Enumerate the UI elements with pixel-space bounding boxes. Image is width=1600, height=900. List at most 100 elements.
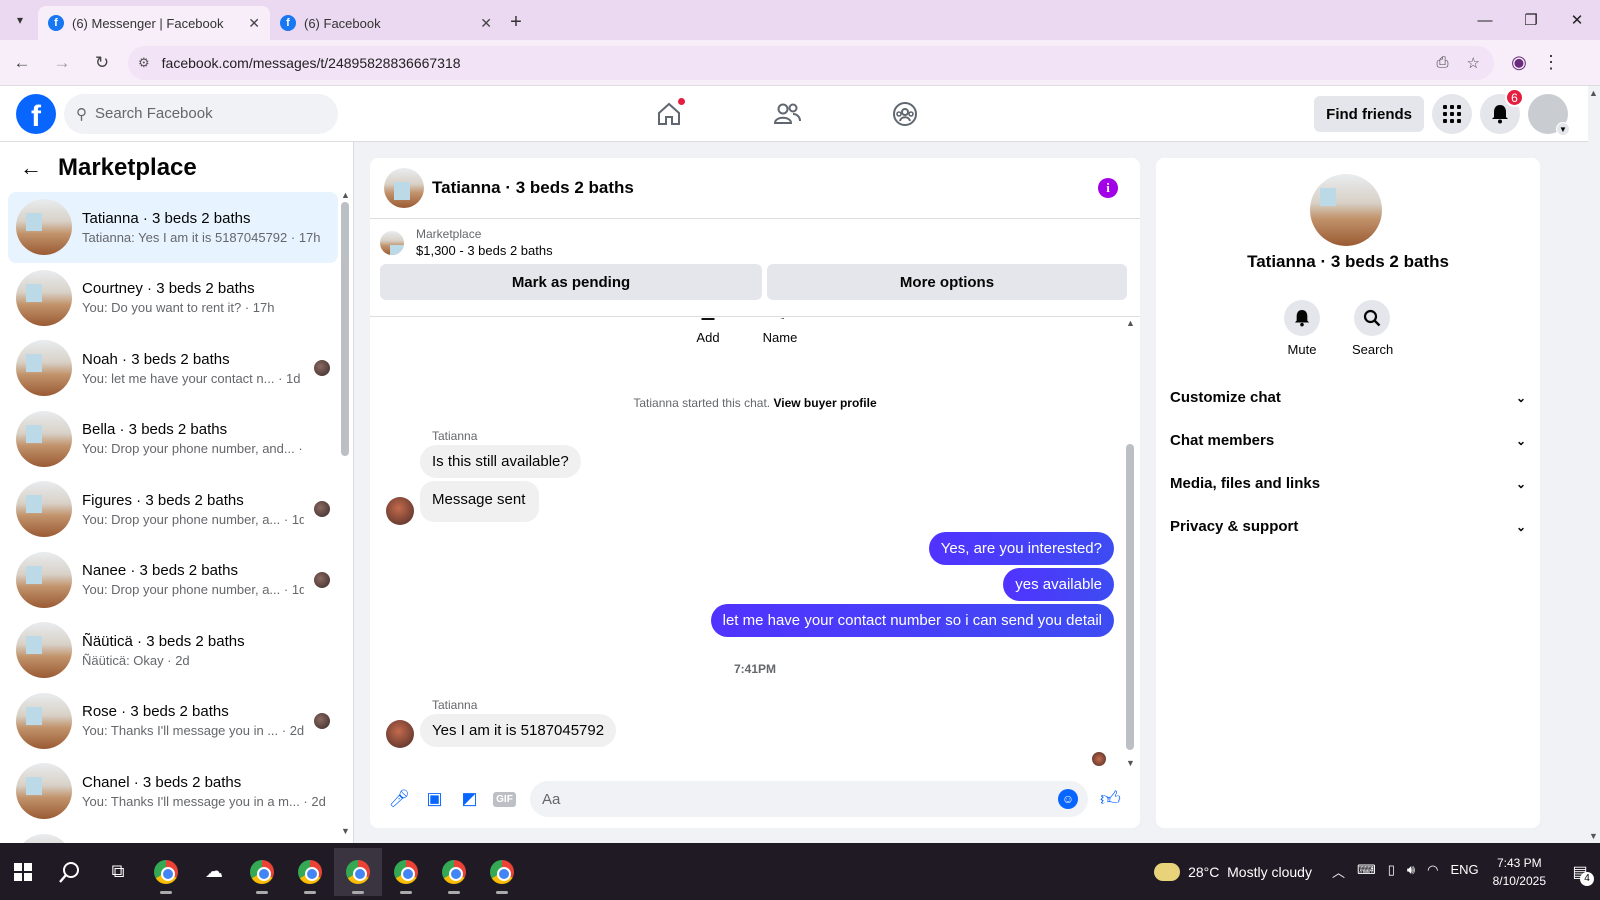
conversation-item-nanee[interactable]: Nanee · 3 beds 2 baths You: Drop your ph…	[8, 545, 338, 616]
window-close-icon[interactable]: ✕	[1554, 0, 1600, 40]
browser-profile-icon[interactable]: ◉	[1502, 46, 1536, 80]
chat-listing-thumbnail[interactable]	[384, 168, 424, 208]
chrome-profile-taskbar-icon[interactable]	[334, 847, 382, 896]
forward-arrow-icon[interactable]: →	[44, 45, 80, 81]
scroll-down-arrow-icon[interactable]: ▼	[341, 826, 350, 836]
scroll-up-arrow-icon[interactable]: ▲	[1126, 318, 1135, 328]
start-button[interactable]	[0, 849, 46, 895]
mark-as-pending-button[interactable]: Mark as pending	[380, 264, 762, 300]
back-arrow-icon[interactable]: ←	[4, 45, 40, 81]
scroll-up-arrow-icon[interactable]: ▲	[341, 190, 350, 200]
listing-thumbnail[interactable]	[380, 230, 404, 255]
browser-tab-facebook[interactable]: f (6) Facebook ✕	[270, 6, 502, 40]
view-buyer-profile-link[interactable]: View buyer profile	[773, 396, 876, 410]
tab-close-icon[interactable]: ✕	[248, 15, 260, 32]
menu-grid-icon[interactable]	[1432, 94, 1472, 134]
facebook-logo-icon[interactable]: f	[16, 93, 56, 134]
search-conversation-button[interactable]: Search	[1352, 300, 1393, 357]
outgoing-message[interactable]: let me have your contact number so i can…	[710, 604, 1114, 637]
conversation-item-noah[interactable]: Noah · 3 beds 2 baths You: let me have y…	[8, 333, 338, 404]
listing-price-title[interactable]: $1,300 - 3 beds 2 baths	[416, 243, 553, 258]
gif-icon[interactable]: GIF	[487, 784, 522, 814]
scroll-down-arrow-icon[interactable]: ▼	[1589, 831, 1598, 841]
chat-scrollbar[interactable]: ▲ ▼	[1126, 318, 1135, 768]
conversation-item-nautica[interactable]: Ñäüticä · 3 beds 2 baths Ñäüticä: Okay ·…	[8, 615, 338, 686]
sticker-icon[interactable]: ◩	[452, 784, 487, 814]
chrome-taskbar-icon[interactable]	[142, 848, 190, 896]
message-input[interactable]: Aa ☺	[530, 781, 1088, 817]
browser-menu-icon[interactable]: ⋮	[1536, 52, 1566, 73]
reload-icon[interactable]: ↻	[84, 45, 120, 81]
emoji-icon[interactable]: ☺	[1058, 789, 1078, 809]
find-friends-button[interactable]: Find friends	[1314, 96, 1424, 132]
restore-icon[interactable]: ❐	[1508, 0, 1554, 40]
chat-scroll-thumb[interactable]	[1126, 444, 1134, 750]
conversation-item-courtney[interactable]: Courtney · 3 beds 2 baths You: Do you wa…	[8, 263, 338, 334]
notification-center-icon[interactable]: ▤ 4	[1560, 852, 1600, 892]
conversation-item-figures[interactable]: Figures · 3 beds 2 baths You: Drop your …	[8, 474, 338, 545]
info-icon[interactable]: i	[1098, 178, 1118, 198]
device-icon[interactable]: ▯	[1388, 862, 1395, 881]
chrome-profile-taskbar-icon[interactable]	[286, 848, 334, 896]
name-action[interactable]: ✎ Name	[762, 318, 798, 345]
conversation-item-tatianna[interactable]: Tatianna · 3 beds 2 baths Tatianna: Yes …	[8, 192, 338, 263]
new-tab-button[interactable]: +	[502, 8, 530, 36]
chrome-profile-taskbar-icon[interactable]	[430, 848, 478, 896]
scroll-down-arrow-icon[interactable]: ▼	[1126, 758, 1135, 768]
wifi-icon[interactable]: ◠	[1427, 862, 1438, 881]
home-icon[interactable]	[610, 86, 728, 142]
input-method-icon[interactable]: ⌨	[1357, 862, 1376, 881]
url-text[interactable]: facebook.com/messages/t/2489582883666731…	[162, 55, 1437, 71]
media-files-links-item[interactable]: Media, files and links ⌄	[1170, 462, 1526, 505]
browser-tab-messenger[interactable]: f (6) Messenger | Facebook ✕	[38, 6, 270, 40]
details-listing-avatar[interactable]	[1310, 174, 1382, 246]
friends-icon[interactable]	[728, 86, 846, 142]
sidebar-scrollbar[interactable]: ▲ ▼	[341, 190, 350, 836]
conversation-item-rose[interactable]: Rose · 3 beds 2 baths You: Thanks I'll m…	[8, 686, 338, 757]
tab-close-icon[interactable]: ✕	[480, 15, 492, 32]
tab-search-chevron-icon[interactable]: ▾	[6, 6, 34, 34]
sender-avatar[interactable]	[386, 720, 414, 748]
back-arrow-icon[interactable]: ←	[20, 155, 42, 181]
chat-members-item[interactable]: Chat members ⌄	[1170, 419, 1526, 462]
page-scrollbar[interactable]: ▲ ▼	[1588, 86, 1600, 843]
incoming-message[interactable]: Message sent	[420, 481, 540, 522]
incoming-message[interactable]: Yes I am it is 5187045792	[420, 714, 617, 747]
scroll-up-arrow-icon[interactable]: ▲	[1589, 88, 1598, 98]
minimize-icon[interactable]: —	[1462, 0, 1508, 40]
facebook-search-input[interactable]: ⚲ Search Facebook	[64, 93, 338, 134]
more-options-button[interactable]: More options	[767, 264, 1127, 300]
groups-icon[interactable]	[846, 86, 964, 142]
chrome-profile-taskbar-icon[interactable]	[382, 848, 430, 896]
bookmark-star-icon[interactable]: ☆	[1467, 54, 1480, 72]
conversation-item-bella[interactable]: Bella · 3 beds 2 baths You: Drop your ph…	[8, 404, 338, 475]
chat-title[interactable]: Tatianna · 3 beds 2 baths	[432, 178, 1098, 198]
clock[interactable]: 7:43 PM 8/10/2025	[1493, 854, 1546, 890]
notifications-bell-icon[interactable]: 6	[1480, 88, 1524, 134]
microphone-icon[interactable]: 🎤︎	[382, 784, 417, 814]
privacy-support-item[interactable]: Privacy & support ⌄	[1170, 505, 1526, 548]
outgoing-message[interactable]: yes available	[1003, 568, 1114, 601]
photo-icon[interactable]: ▣	[417, 784, 452, 814]
language-indicator[interactable]: ENG	[1450, 862, 1478, 881]
chevron-up-icon[interactable]: ︿	[1332, 862, 1345, 881]
weather-widget[interactable]: 28°C Mostly cloudy	[1154, 862, 1312, 881]
conversation-item-chanel[interactable]: Chanel · 3 beds 2 baths You: Thanks I'll…	[8, 756, 338, 827]
sidebar-scroll-thumb[interactable]	[341, 202, 349, 456]
customize-chat-item[interactable]: Customize chat ⌄	[1170, 376, 1526, 419]
incoming-message[interactable]: Is this still available?	[420, 445, 581, 478]
task-view-icon[interactable]: ⧉	[94, 848, 142, 896]
search-icon[interactable]	[46, 848, 94, 896]
thumbs-up-icon[interactable]: 👍︎	[1100, 787, 1121, 811]
chrome-profile-taskbar-icon[interactable]	[478, 848, 526, 896]
site-settings-icon[interactable]: ⚙	[138, 55, 150, 71]
sender-avatar[interactable]	[386, 497, 414, 525]
account-avatar[interactable]: ▼	[1528, 94, 1570, 136]
mute-button[interactable]: Mute	[1282, 300, 1322, 357]
install-app-icon[interactable]: ⎙	[1437, 54, 1449, 72]
weather-app-icon[interactable]: ☁	[190, 848, 238, 896]
url-omnibox[interactable]: ⚙ facebook.com/messages/t/24895828836667…	[128, 45, 1494, 80]
volume-icon[interactable]: 🔊︎	[1407, 862, 1415, 881]
outgoing-message[interactable]: Yes, are you interested?	[928, 532, 1114, 565]
conversation-item-partial[interactable]	[8, 827, 338, 843]
